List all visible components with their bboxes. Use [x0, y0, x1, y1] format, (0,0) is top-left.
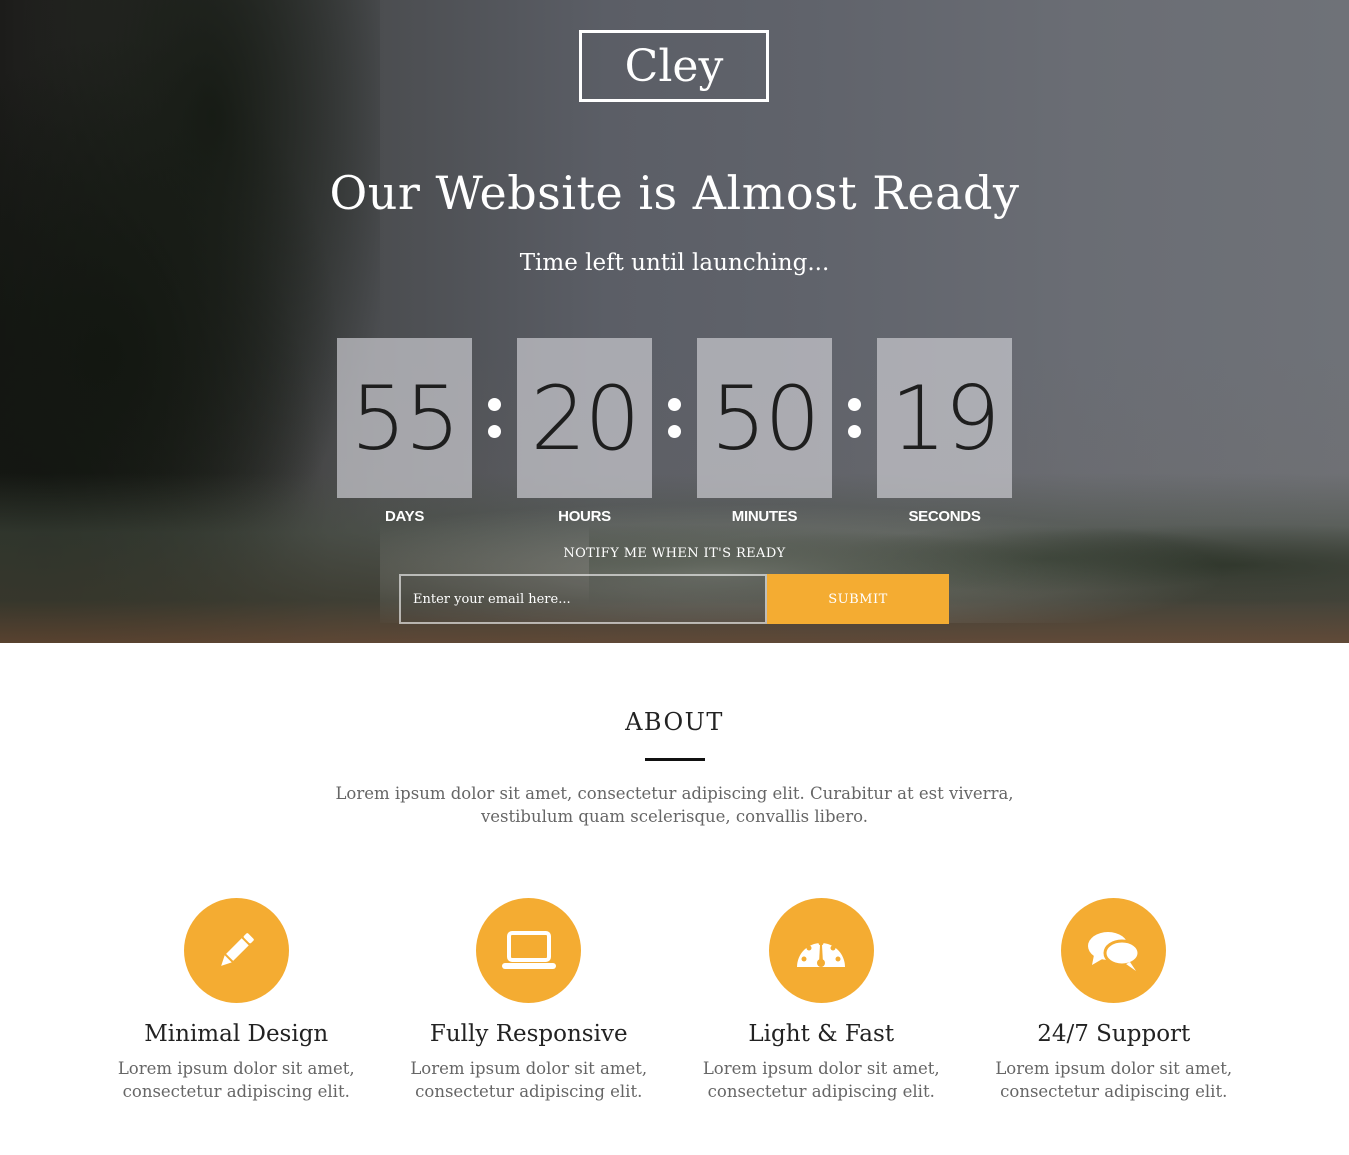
countdown-hours-value: 20 — [517, 338, 652, 498]
about-description: Lorem ipsum dolor sit amet, consectetur … — [335, 784, 1014, 826]
countdown-minutes-value: 50 — [697, 338, 832, 498]
countdown-separator — [652, 338, 697, 498]
about-divider — [645, 758, 705, 761]
feature-title: Minimal Design — [144, 1021, 329, 1047]
countdown-separator — [472, 338, 517, 498]
countdown-separator — [832, 338, 877, 498]
countdown-days: 55 DAYS — [337, 338, 472, 525]
feature-text: Lorem ipsum dolor sit amet, consectetur … — [117, 1059, 355, 1101]
hero-subheadline: Time left until launching... — [519, 250, 830, 276]
about-title: ABOUT — [625, 708, 724, 736]
countdown-timer: 55 DAYS 20 HOURS 50 MINUTES 19 SECONDS — [337, 338, 1012, 525]
countdown-days-label: DAYS — [384, 508, 425, 525]
separator-dot — [668, 425, 681, 438]
feature-title: Light & Fast — [748, 1021, 895, 1047]
feature-text: Lorem ipsum dolor sit amet, consectetur … — [995, 1059, 1233, 1101]
separator-dot — [848, 398, 861, 411]
feature-item: 24/7 Support Lorem ipsum dolor sit amet,… — [968, 898, 1261, 1103]
countdown-minutes-label: MINUTES — [731, 508, 798, 525]
countdown-hours: 20 HOURS — [517, 338, 652, 525]
hero-section: Cley Our Website is Almost Ready Time le… — [0, 0, 1349, 643]
pencil-icon — [183, 898, 289, 1003]
notify-label: NOTIFY ME WHEN IT'S READY — [563, 546, 786, 561]
hero-headline: Our Website is Almost Ready — [329, 166, 1020, 220]
feature-title: Fully Responsive — [429, 1021, 628, 1047]
countdown-days-value: 55 — [337, 338, 472, 498]
feature-text: Lorem ipsum dolor sit amet, consectetur … — [410, 1059, 648, 1101]
separator-dot — [668, 398, 681, 411]
separator-dot — [488, 398, 501, 411]
countdown-seconds-value: 19 — [877, 338, 1012, 498]
features-list: Minimal Design Lorem ipsum dolor sit ame… — [90, 898, 1260, 1103]
countdown-hours-label: HOURS — [558, 508, 611, 525]
countdown-seconds: 19 SECONDS — [877, 338, 1012, 525]
submit-button[interactable]: SUBMIT — [767, 574, 949, 624]
feature-item: Minimal Design Lorem ipsum dolor sit ame… — [90, 898, 383, 1103]
subscribe-form: SUBMIT — [399, 574, 949, 624]
laptop-icon — [476, 898, 582, 1003]
feature-item: Fully Responsive Lorem ipsum dolor sit a… — [383, 898, 676, 1103]
speedometer-icon — [768, 898, 874, 1003]
countdown-seconds-label: SECONDS — [908, 508, 981, 525]
email-input[interactable] — [399, 574, 767, 624]
chat-bubbles-icon — [1061, 898, 1167, 1003]
separator-dot — [848, 425, 861, 438]
countdown-minutes: 50 MINUTES — [697, 338, 832, 525]
separator-dot — [488, 425, 501, 438]
site-logo[interactable]: Cley — [579, 30, 769, 102]
feature-text: Lorem ipsum dolor sit amet, consectetur … — [702, 1059, 940, 1101]
feature-item: Light & Fast Lorem ipsum dolor sit amet,… — [675, 898, 968, 1103]
feature-title: 24/7 Support — [1037, 1021, 1191, 1047]
